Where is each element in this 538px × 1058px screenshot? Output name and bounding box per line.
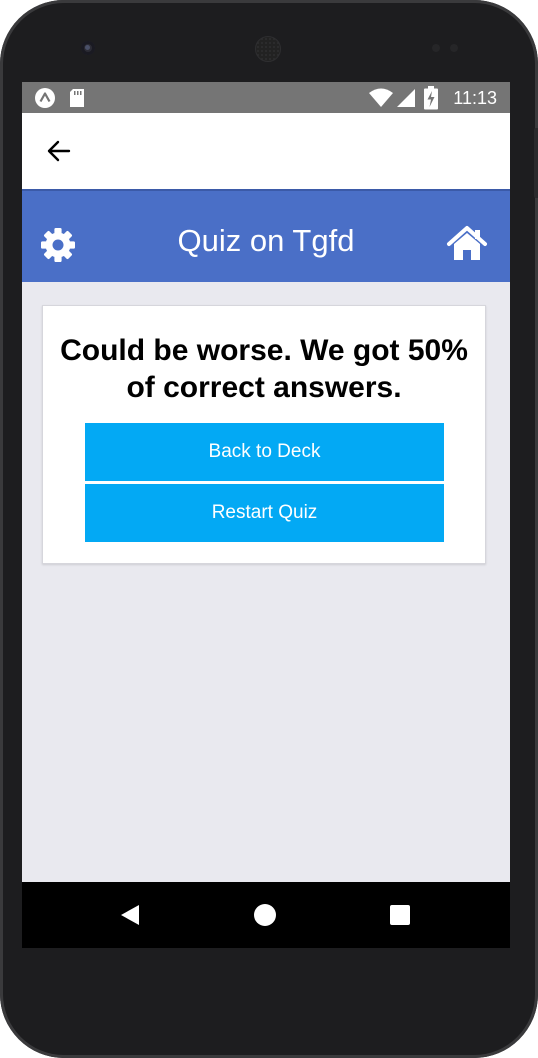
result-message: Could be worse. We got 50% of correct an… [60, 334, 468, 404]
sd-card-icon [68, 87, 86, 114]
screen: 11:13 Quiz on Tgfd Could be worse. We go… [22, 82, 510, 948]
home-circle-icon [249, 904, 281, 934]
restart-quiz-button[interactable]: Restart Quiz [85, 484, 444, 542]
page-title: Quiz on Tgfd [177, 223, 355, 258]
status-bar: 11:13 [22, 82, 510, 113]
nav-recents-button[interactable] [384, 900, 416, 930]
light-sensor [450, 44, 458, 52]
phone-frame: 11:13 Quiz on Tgfd Could be worse. We go… [0, 0, 538, 1058]
back-triangle-icon [113, 905, 145, 934]
app-bar [22, 113, 510, 189]
quiz-header: Quiz on Tgfd [22, 189, 510, 282]
home-icon [446, 226, 488, 268]
expo-icon [34, 87, 56, 114]
battery-charging-icon [424, 86, 438, 115]
power-button [534, 128, 538, 198]
status-time: 11:13 [453, 88, 497, 108]
proximity-sensor [432, 44, 440, 52]
front-camera [81, 41, 95, 55]
nav-home-button[interactable] [249, 900, 281, 930]
home-button[interactable] [446, 224, 488, 264]
arrow-left-icon [38, 140, 82, 173]
back-to-deck-button[interactable]: Back to Deck [85, 423, 444, 481]
signal-icon [396, 88, 416, 113]
back-button[interactable] [38, 133, 82, 169]
recents-square-icon [384, 905, 416, 934]
earpiece-speaker [255, 36, 281, 62]
wifi-icon [368, 88, 394, 113]
result-card: Could be worse. We got 50% of correct an… [42, 305, 486, 564]
system-nav-bar [22, 882, 510, 948]
nav-back-button[interactable] [113, 900, 145, 930]
